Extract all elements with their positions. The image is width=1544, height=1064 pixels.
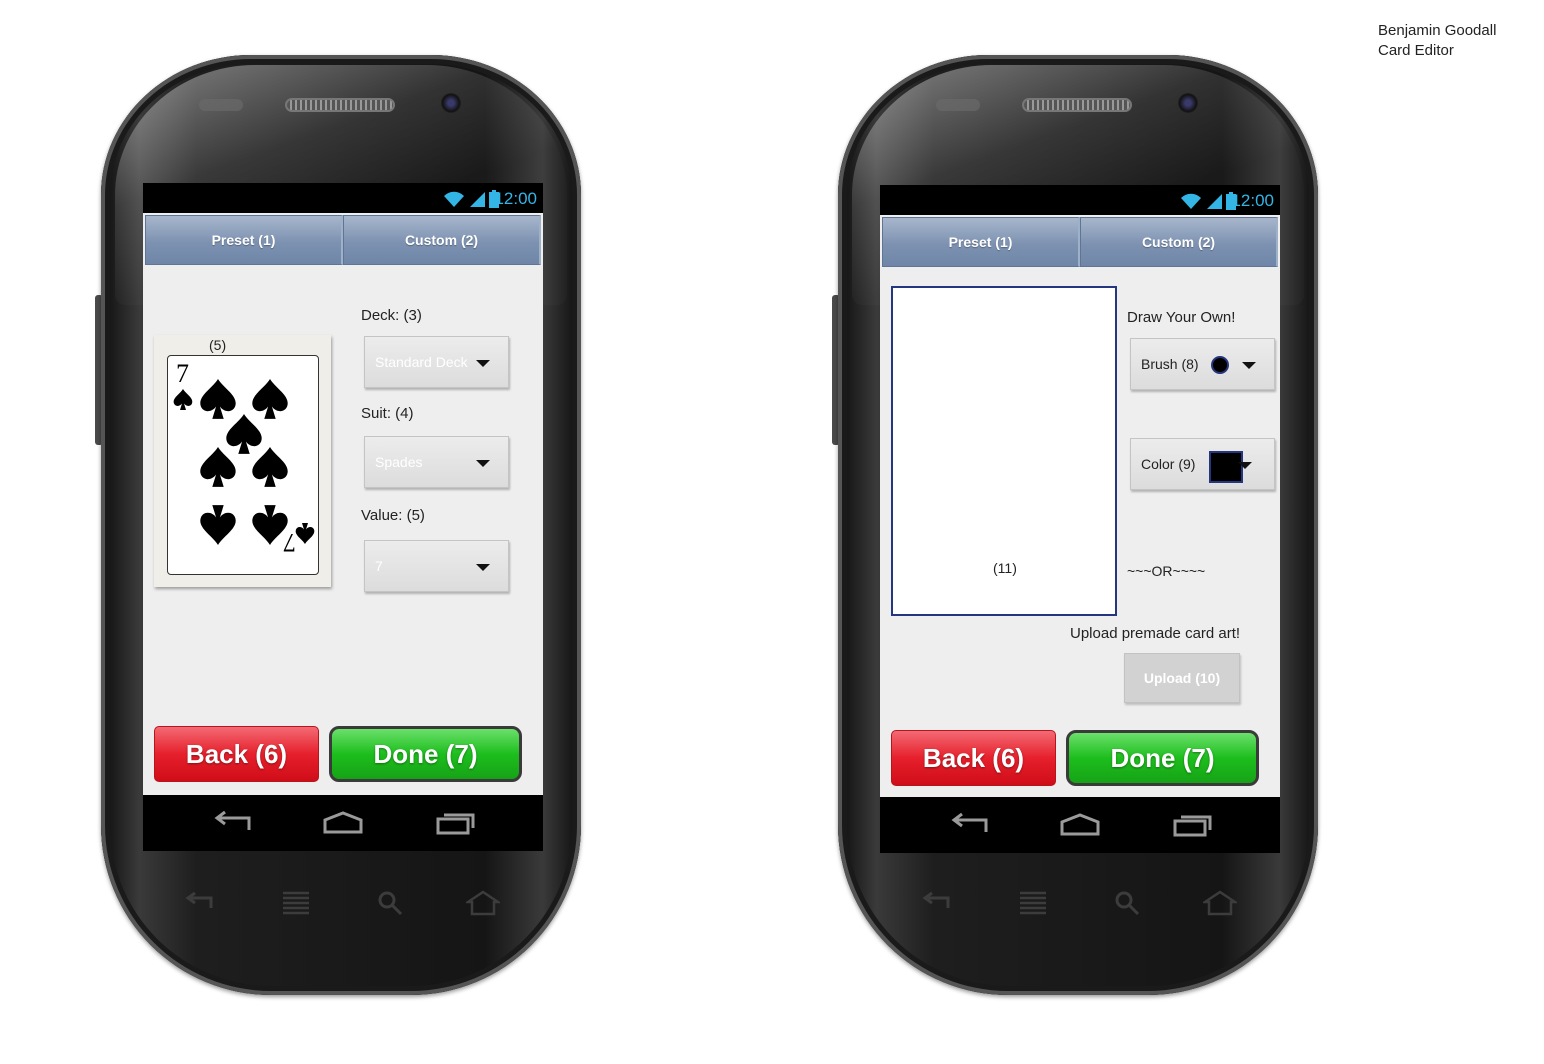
hw-menu-icon xyxy=(283,891,309,915)
phone-custom: 12:00 Preset (1) Custom (2) (11) Draw Yo… xyxy=(832,55,1318,995)
tab-preset[interactable]: Preset (1) xyxy=(145,215,343,265)
hw-search-icon xyxy=(378,891,403,916)
screen: 12:00 Preset (1) Custom (2) (11) Draw Yo… xyxy=(880,185,1280,853)
tab-bar: Preset (1) Custom (2) xyxy=(882,217,1278,267)
brush-size-icon xyxy=(1211,356,1229,374)
color-dropdown-label: Color (9) xyxy=(1141,456,1196,472)
app-content: Preset (1) Custom (2) (11) Draw Your Own… xyxy=(880,215,1280,797)
hw-menu-icon xyxy=(1020,891,1046,915)
front-camera-icon xyxy=(441,93,461,113)
nav-home-icon[interactable] xyxy=(1059,812,1101,838)
brush-dropdown-label: Brush (8) xyxy=(1141,356,1199,372)
chevron-down-icon xyxy=(476,564,490,571)
hw-search-icon xyxy=(1115,891,1140,916)
nav-recents-icon[interactable] xyxy=(1172,812,1214,838)
earpiece-speaker xyxy=(1022,98,1132,112)
tab-bar: Preset (1) Custom (2) xyxy=(145,215,541,265)
tab-custom[interactable]: Custom (2) xyxy=(1080,217,1278,267)
nav-back-icon[interactable] xyxy=(948,812,990,838)
value-label: Value: (5) xyxy=(361,507,425,524)
chevron-down-icon xyxy=(476,360,490,367)
android-nav-bar xyxy=(880,797,1280,853)
suit-dropdown[interactable]: Spades xyxy=(364,436,509,488)
author-label: Benjamin Goodall Card Editor xyxy=(1378,21,1496,61)
status-bar: 12:00 xyxy=(880,185,1280,215)
deck-dropdown-value: Standard Deck xyxy=(375,354,468,370)
proximity-sensor xyxy=(936,99,980,111)
nav-recents-icon[interactable] xyxy=(435,810,477,836)
done-button[interactable]: Done (7) xyxy=(329,726,522,782)
tab-preset[interactable]: Preset (1) xyxy=(882,217,1080,267)
seven-of-spades-art: 7 7 xyxy=(173,359,315,557)
hw-back-icon xyxy=(922,891,950,908)
wifi-icon xyxy=(1181,193,1201,209)
hw-home-icon xyxy=(466,890,500,916)
nav-back-icon[interactable] xyxy=(211,810,253,836)
status-bar: 12:00 xyxy=(143,183,543,213)
back-button[interactable]: Back (6) xyxy=(154,726,319,782)
app-content: Preset (1) Custom (2) (5) 7 7 Deck: (3) … xyxy=(143,213,543,795)
draw-heading: Draw Your Own! xyxy=(1127,309,1236,326)
or-divider: ~~~OR~~~~ xyxy=(1127,563,1206,579)
suit-label: Suit: (4) xyxy=(361,405,414,422)
value-dropdown-value: 7 xyxy=(375,558,383,574)
corner-rank-bottom: 7 xyxy=(283,528,296,557)
signal-icon xyxy=(1207,194,1222,209)
screen: 12:00 Preset (1) Custom (2) (5) 7 7 Deck… xyxy=(143,183,543,851)
tab-custom[interactable]: Custom (2) xyxy=(343,215,541,265)
phone-preset: 12:00 Preset (1) Custom (2) (5) 7 7 Deck… xyxy=(95,55,581,995)
page-subtitle: Card Editor xyxy=(1378,42,1454,59)
card-preview: (5) 7 7 xyxy=(154,335,331,587)
nav-home-icon[interactable] xyxy=(322,810,364,836)
upload-heading: Upload premade card art! xyxy=(1070,625,1241,642)
chevron-down-icon xyxy=(1238,462,1252,469)
front-camera-icon xyxy=(1178,93,1198,113)
color-dropdown[interactable]: Color (9) xyxy=(1130,438,1275,490)
hw-back-icon xyxy=(185,891,213,908)
playing-card: 7 7 xyxy=(167,355,319,575)
android-nav-bar xyxy=(143,795,543,851)
value-dropdown[interactable]: 7 xyxy=(364,540,509,592)
status-clock: 12:00 xyxy=(1231,191,1274,210)
card-preview-label: (5) xyxy=(209,337,227,353)
chevron-down-icon xyxy=(476,460,490,467)
deck-dropdown[interactable]: Standard Deck xyxy=(364,336,509,388)
author-name: Benjamin Goodall xyxy=(1378,22,1497,39)
corner-rank-top: 7 xyxy=(176,359,189,388)
done-button[interactable]: Done (7) xyxy=(1066,730,1259,786)
back-button[interactable]: Back (6) xyxy=(891,730,1056,786)
deck-label: Deck: (3) xyxy=(361,307,422,324)
chevron-down-icon xyxy=(1242,362,1256,369)
earpiece-speaker xyxy=(285,98,395,112)
proximity-sensor xyxy=(199,99,243,111)
status-clock: 12:00 xyxy=(494,189,537,208)
suit-dropdown-value: Spades xyxy=(375,454,423,470)
signal-icon xyxy=(470,192,485,207)
drawing-canvas[interactable]: (11) xyxy=(891,286,1117,616)
upload-button[interactable]: Upload (10) xyxy=(1124,653,1240,703)
wifi-icon xyxy=(444,191,464,207)
brush-dropdown[interactable]: Brush (8) xyxy=(1130,338,1275,390)
hw-home-icon xyxy=(1203,890,1237,916)
canvas-label: (11) xyxy=(993,560,1017,576)
